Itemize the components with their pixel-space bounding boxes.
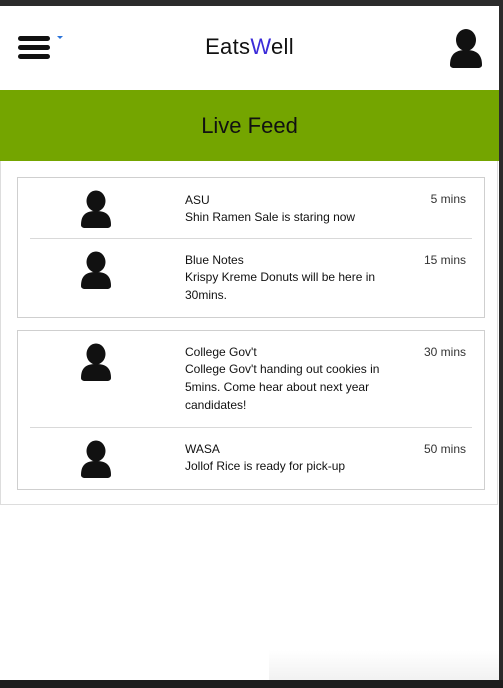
page-title: Live Feed — [201, 112, 298, 138]
poster-avatar-icon — [81, 440, 111, 478]
window-right-edge — [499, 6, 503, 688]
feed-card: College Gov't College Gov't handing out … — [17, 330, 485, 490]
feed-item-time: 50 mins — [423, 442, 466, 456]
feed-item[interactable]: ASU Shin Ramen Sale is staring now 5 min… — [18, 178, 484, 239]
poster-avatar-icon — [81, 343, 111, 381]
feed-item-poster: ASU — [185, 193, 210, 207]
feed-item-time: 30 mins — [423, 345, 466, 359]
feed-item-poster: WASA — [185, 442, 220, 456]
feed-item-time: 5 mins — [430, 192, 466, 206]
app-brand-logo[interactable]: EatsWell — [0, 34, 499, 60]
feed-item-message: College Gov't handing out cookies in 5mi… — [185, 362, 380, 412]
feed-container: ASU Shin Ramen Sale is staring now 5 min… — [0, 161, 498, 505]
window-bottom-edge — [0, 680, 503, 688]
live-feed-banner: Live Feed — [0, 90, 499, 161]
brand-suffix: ell — [270, 34, 294, 59]
user-profile-icon[interactable] — [448, 28, 484, 68]
feed-item-poster: College Gov't — [185, 345, 257, 359]
feed-item-message: Krispy Kreme Donuts will be here in 30mi… — [185, 270, 376, 302]
feed-item-message: Jollof Rice is ready for pick-up — [185, 459, 346, 473]
feed-item-time: 15 mins — [423, 253, 466, 267]
bottom-shadow — [269, 650, 499, 680]
brand-prefix: Eats — [205, 34, 251, 59]
app-header: EatsWell — [0, 6, 499, 90]
feed-card: ASU Shin Ramen Sale is staring now 5 min… — [17, 177, 485, 318]
poster-avatar-icon — [81, 190, 111, 228]
feed-item-poster: Blue Notes — [185, 253, 244, 267]
feed-item[interactable]: College Gov't College Gov't handing out … — [18, 331, 484, 428]
feed-item[interactable]: WASA Jollof Rice is ready for pick-up 50… — [18, 428, 484, 489]
brand-accent-letter: W — [250, 34, 271, 59]
poster-avatar-icon — [81, 251, 111, 289]
feed-item-message: Shin Ramen Sale is staring now — [185, 210, 356, 224]
feed-item[interactable]: Blue Notes Krispy Kreme Donuts will be h… — [18, 239, 484, 317]
